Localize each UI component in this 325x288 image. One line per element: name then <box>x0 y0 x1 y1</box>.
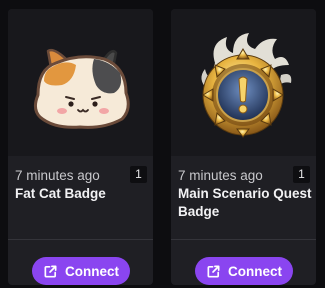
card-divider <box>8 239 153 240</box>
external-link-icon <box>207 265 220 277</box>
fat-cat-badge-icon <box>33 48 130 129</box>
badge-image-area <box>171 9 316 156</box>
quantity-badge: 1 <box>293 166 310 183</box>
acquired-time: 7 minutes ago <box>15 168 100 183</box>
connect-button[interactable]: Connect <box>195 257 293 285</box>
acquired-time: 7 minutes ago <box>178 168 263 183</box>
badge-image-area <box>8 9 153 156</box>
badge-title: Fat Cat Badge <box>15 186 106 201</box>
connect-label: Connect <box>65 263 119 279</box>
badge-card-main-scenario-quest[interactable]: 7 minutes ago 1 Main Scenario Quest Badg… <box>171 9 316 285</box>
main-scenario-quest-badge-icon <box>201 33 292 138</box>
connect-button[interactable]: Connect <box>32 257 130 285</box>
card-divider <box>171 239 316 240</box>
quantity-badge: 1 <box>130 166 147 183</box>
badge-grid: 7 minutes ago 1 Fat Cat Badge Connect 7 … <box>0 0 325 288</box>
badge-title: Main Scenario Quest Badge <box>178 186 312 219</box>
badge-card-fat-cat[interactable]: 7 minutes ago 1 Fat Cat Badge Connect <box>8 9 153 285</box>
connect-label: Connect <box>228 263 282 279</box>
external-link-icon <box>44 265 57 277</box>
